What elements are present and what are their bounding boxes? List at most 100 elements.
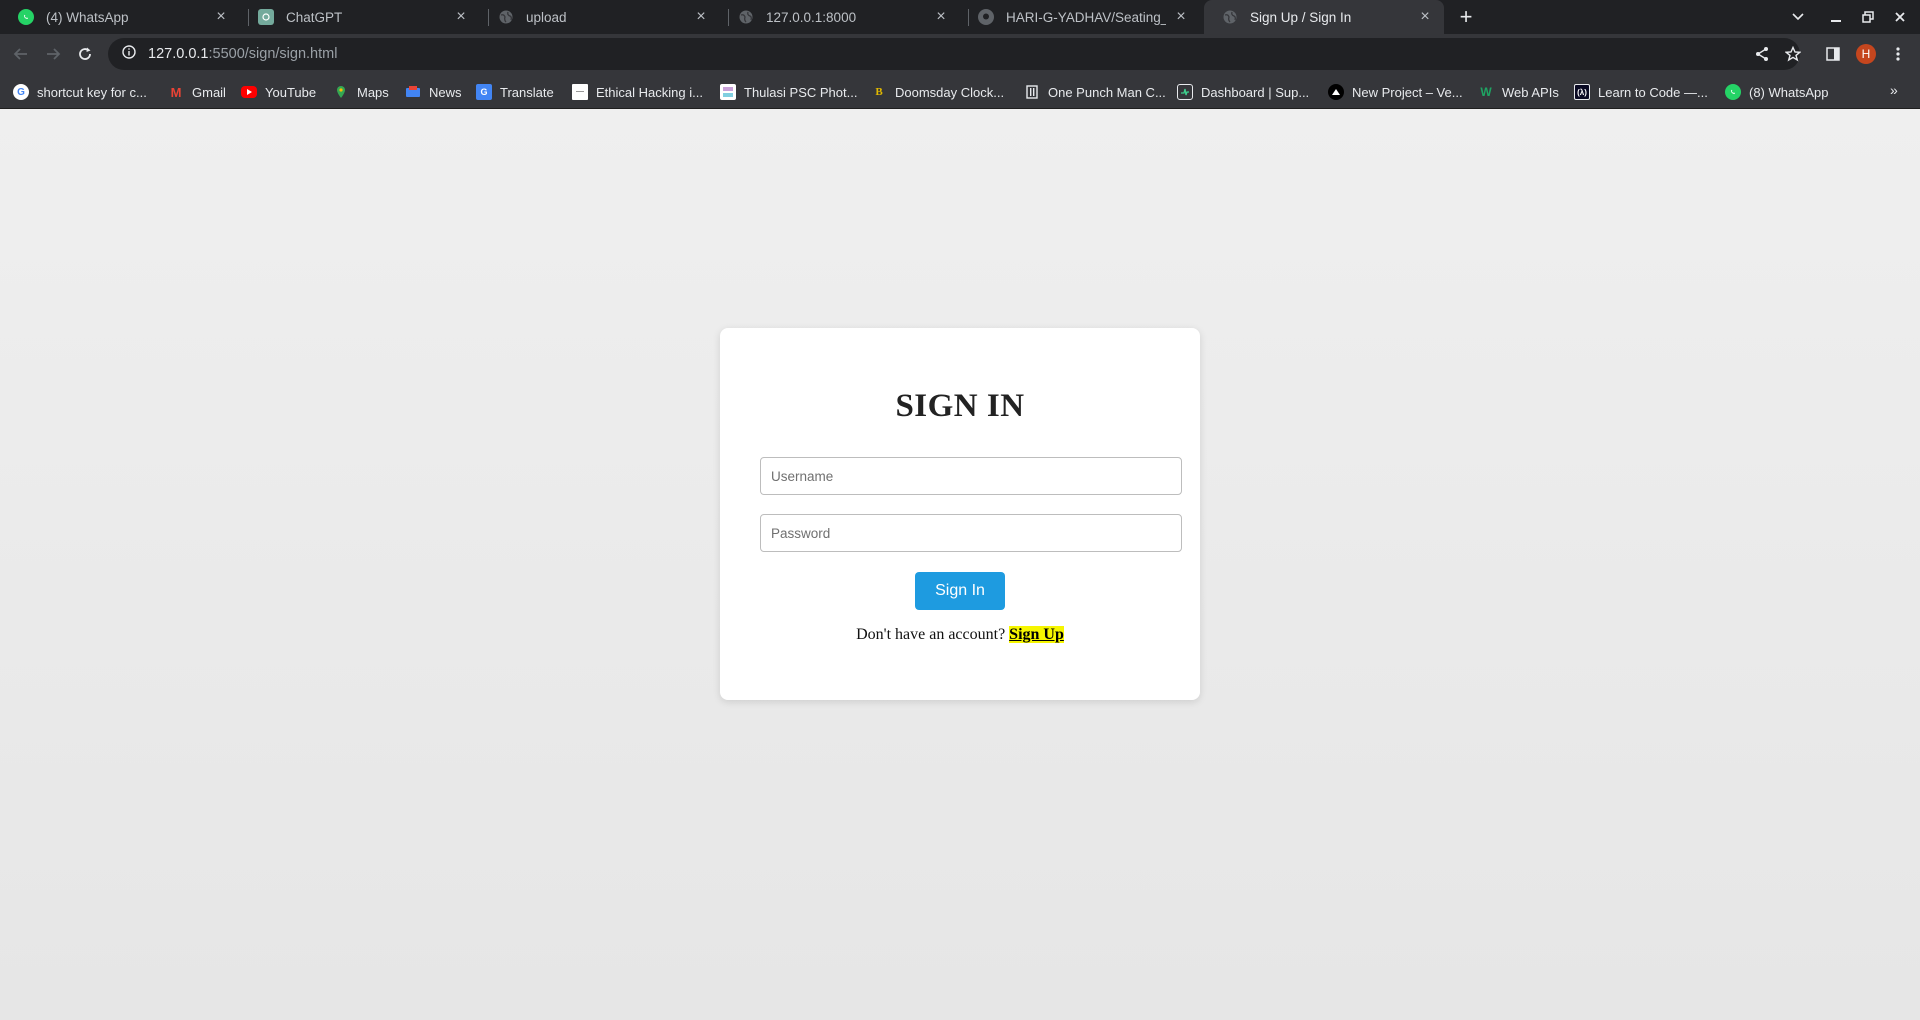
bookmark-label: (8) WhatsApp bbox=[1749, 84, 1829, 100]
maps-icon bbox=[333, 84, 349, 100]
tab-localhost-8000[interactable]: 127.0.0.1:8000 × bbox=[720, 0, 960, 34]
tab-upload[interactable]: upload × bbox=[480, 0, 720, 34]
bulletin-icon: B bbox=[875, 86, 883, 98]
bookmark-item[interactable]: Thulasi PSC Phot... bbox=[720, 82, 857, 102]
youtube-icon bbox=[241, 86, 257, 98]
account-switch: Don't have an account? Sign Up bbox=[720, 626, 1200, 644]
bookmark-item[interactable]: (8) WhatsApp bbox=[1725, 82, 1828, 102]
psc-icon bbox=[720, 84, 736, 100]
sign-up-link[interactable]: Sign Up bbox=[1009, 626, 1064, 643]
bookmark-label: Translate bbox=[500, 84, 554, 100]
sign-in-button[interactable]: Sign In bbox=[915, 572, 1005, 610]
new-tab-button[interactable]: + bbox=[1454, 4, 1478, 29]
bookmark-item[interactable]: New Project – Ve... bbox=[1328, 82, 1463, 102]
bookmark-item[interactable]: B Doomsday Clock... bbox=[871, 82, 1004, 102]
account-switch-text: Don't have an account? bbox=[856, 626, 1006, 643]
close-icon[interactable]: × bbox=[1172, 8, 1190, 26]
address-host: 127.0.0.1 bbox=[148, 46, 209, 62]
globe-icon bbox=[498, 9, 514, 25]
bookmarks-bar: G shortcut key for c... M Gmail YouTube … bbox=[0, 74, 1920, 109]
globe-icon bbox=[1222, 9, 1238, 25]
page-icon bbox=[572, 84, 588, 100]
manga-icon bbox=[1024, 84, 1040, 100]
fcc-icon: (λ) bbox=[1574, 84, 1590, 100]
side-panel-icon[interactable] bbox=[1821, 42, 1845, 66]
bookmark-label: Learn to Code —... bbox=[1598, 84, 1708, 100]
bookmark-star-icon[interactable] bbox=[1781, 42, 1805, 66]
username-input[interactable] bbox=[760, 457, 1182, 495]
news-icon bbox=[405, 84, 421, 100]
minimize-icon[interactable] bbox=[1825, 6, 1847, 28]
tab-title: HARI-G-YADHAV/Seating_Arra bbox=[1006, 9, 1166, 25]
bookmark-item[interactable]: One Punch Man C... bbox=[1024, 82, 1166, 102]
tab-title: (4) WhatsApp bbox=[46, 9, 129, 25]
bookmark-label: Thulasi PSC Phot... bbox=[744, 84, 858, 100]
supabase-icon bbox=[1177, 84, 1193, 100]
tab-title: 127.0.0.1:8000 bbox=[766, 9, 857, 25]
bookmark-label: YouTube bbox=[265, 84, 317, 100]
page-viewport: SIGN IN Sign In Don't have an account? S… bbox=[0, 109, 1920, 1020]
bookmark-label: Maps bbox=[357, 84, 389, 100]
back-icon[interactable] bbox=[9, 42, 33, 66]
bookmark-item[interactable]: YouTube bbox=[241, 82, 316, 102]
google-icon: G bbox=[13, 84, 29, 100]
close-icon[interactable]: × bbox=[212, 8, 230, 26]
bookmark-item[interactable]: M Gmail bbox=[168, 82, 226, 102]
tab-github[interactable]: HARI-G-YADHAV/Seating_Arra × bbox=[960, 0, 1200, 34]
bookmark-item[interactable]: Dashboard | Sup... bbox=[1177, 82, 1309, 102]
address-bar[interactable]: 127.0.0.1:5500/sign/sign.html bbox=[108, 38, 1800, 70]
password-input[interactable] bbox=[760, 514, 1182, 552]
vercel-icon bbox=[1328, 84, 1344, 100]
tab-whatsapp[interactable]: (4) WhatsApp × bbox=[0, 0, 240, 34]
tab-title: Sign Up / Sign In bbox=[1250, 9, 1352, 25]
bookmark-item[interactable]: Maps bbox=[333, 82, 389, 102]
close-window-icon[interactable] bbox=[1889, 6, 1911, 28]
sign-in-card: SIGN IN Sign In Don't have an account? S… bbox=[720, 328, 1200, 700]
browser-toolbar: 127.0.0.1:5500/sign/sign.html H bbox=[0, 34, 1920, 74]
chatgpt-icon bbox=[258, 9, 274, 25]
bookmark-label: Web APIs bbox=[1502, 84, 1559, 100]
bookmark-label: Gmail bbox=[192, 84, 226, 100]
bookmark-item[interactable]: (λ) Learn to Code —... bbox=[1574, 82, 1708, 102]
tab-sign-in[interactable]: Sign Up / Sign In × bbox=[1204, 0, 1444, 34]
bookmark-label: One Punch Man C... bbox=[1048, 84, 1166, 100]
close-icon[interactable]: × bbox=[452, 8, 470, 26]
tab-title: upload bbox=[526, 9, 567, 25]
github-icon bbox=[978, 9, 994, 25]
tab-title: ChatGPT bbox=[286, 9, 343, 25]
webapis-icon: W bbox=[1480, 85, 1492, 99]
forward-icon[interactable] bbox=[41, 42, 65, 66]
page-title: SIGN IN bbox=[895, 388, 1025, 424]
bookmark-item[interactable]: W Web APIs bbox=[1478, 82, 1559, 102]
bookmark-label: shortcut key for c... bbox=[37, 84, 147, 100]
address-url: 127.0.0.1:5500/sign/sign.html bbox=[148, 46, 337, 62]
bookmark-label: Ethical Hacking i... bbox=[596, 84, 703, 100]
site-info-icon[interactable] bbox=[122, 44, 136, 64]
restore-icon[interactable] bbox=[1857, 6, 1879, 28]
close-icon[interactable]: × bbox=[932, 8, 950, 26]
bookmark-item[interactable]: News bbox=[405, 82, 462, 102]
whatsapp-icon bbox=[1725, 84, 1741, 100]
bookmark-item[interactable]: Ethical Hacking i... bbox=[572, 82, 703, 102]
close-icon[interactable]: × bbox=[1416, 8, 1434, 26]
share-icon[interactable] bbox=[1750, 42, 1774, 66]
menu-kebab-icon[interactable] bbox=[1886, 42, 1910, 66]
globe-icon bbox=[738, 9, 754, 25]
gmail-icon: M bbox=[170, 84, 182, 100]
reload-icon[interactable] bbox=[73, 42, 97, 66]
tab-strip: (4) WhatsApp × ChatGPT × upload × 127.0.… bbox=[0, 0, 1920, 34]
translate-icon: G bbox=[476, 84, 492, 100]
bookmark-label: New Project – Ve... bbox=[1352, 84, 1463, 100]
chevron-right-icon[interactable]: » bbox=[1890, 82, 1898, 98]
address-path: :5500/sign/sign.html bbox=[208, 46, 338, 62]
bookmark-label: Doomsday Clock... bbox=[895, 84, 1005, 100]
tab-chatgpt[interactable]: ChatGPT × bbox=[240, 0, 480, 34]
bookmark-item[interactable]: G shortcut key for c... bbox=[13, 82, 147, 102]
close-icon[interactable]: × bbox=[692, 8, 710, 26]
bookmark-item[interactable]: G Translate bbox=[476, 82, 554, 102]
tab-search-icon[interactable] bbox=[1787, 6, 1809, 28]
whatsapp-icon bbox=[18, 9, 34, 25]
bookmark-label: Dashboard | Sup... bbox=[1201, 84, 1310, 100]
profile-avatar[interactable]: H bbox=[1856, 44, 1876, 64]
bookmark-label: News bbox=[429, 84, 462, 100]
